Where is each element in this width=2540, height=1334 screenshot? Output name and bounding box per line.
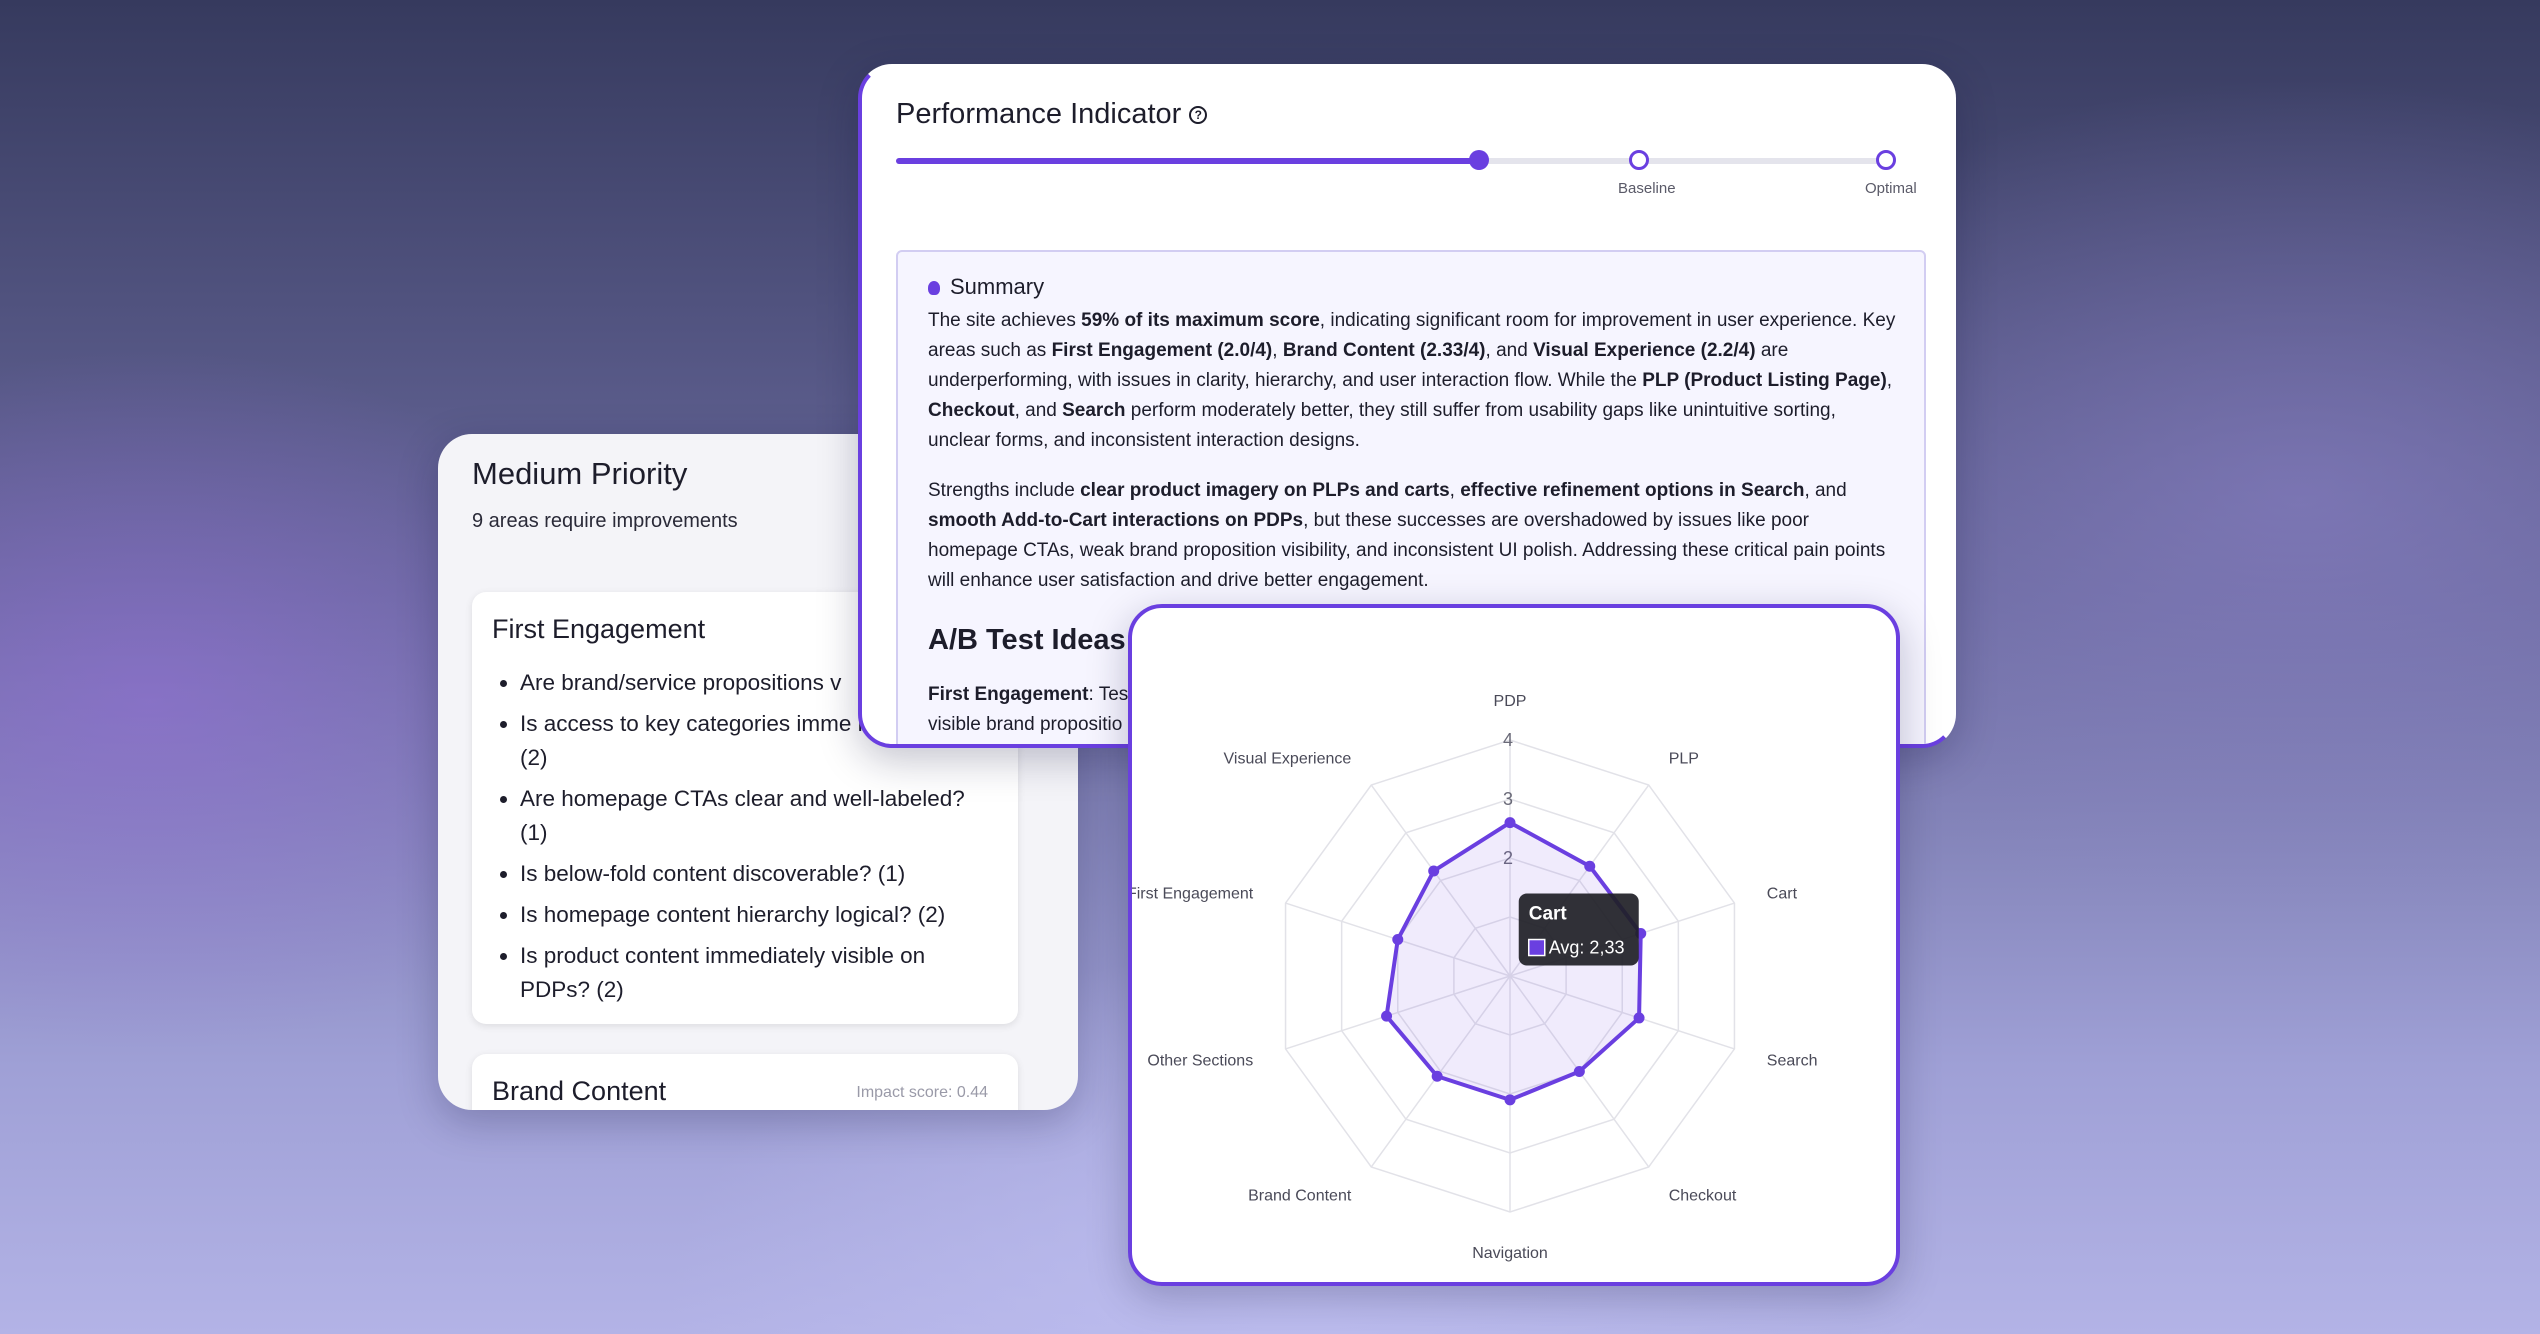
axis-label: Other Sections	[1147, 1052, 1253, 1069]
bold-text: First Engagement (2.0/4)	[1051, 340, 1273, 361]
list-item: Is homepage content hierarchy logical? (…	[494, 898, 994, 932]
data-point	[1573, 1065, 1585, 1077]
radar-chart-card: 234PDPPLPCartSearchCheckoutNavigationBra…	[1128, 604, 1900, 1286]
text-run: ,	[1272, 340, 1283, 361]
performance-title: Performance Indicator?	[896, 98, 1208, 131]
text-run: , and	[1485, 340, 1534, 361]
axis-label: Checkout	[1669, 1187, 1737, 1204]
area-title: Brand Content	[492, 1076, 667, 1106]
bold-text: 59% of its maximum score	[1081, 310, 1320, 331]
progress-track	[896, 158, 1896, 164]
data-point	[1392, 934, 1404, 946]
summary-title: Summary	[950, 274, 1045, 299]
text-run: , and	[1804, 480, 1847, 501]
text-run: , and	[1014, 400, 1063, 421]
optimal-label: Optimal	[1865, 180, 1917, 197]
axis-label: Navigation	[1472, 1245, 1548, 1262]
progress-fill	[896, 158, 1479, 164]
list-item: Are homepage CTAs clear and well-labeled…	[494, 782, 994, 850]
axis-label: Visual Experience	[1224, 751, 1352, 768]
text-run: Strengths include	[928, 480, 1081, 501]
axis-label: PLP	[1669, 751, 1699, 768]
tooltip-label: Avg: 2,33	[1549, 938, 1625, 958]
question-circle-icon[interactable]: ?	[1189, 106, 1208, 124]
bold-text: smooth Add-to-Cart interactions on PDPs	[928, 510, 1304, 531]
bold-text: Search	[1062, 400, 1126, 421]
bold-text: PLP (Product Listing Page)	[1642, 370, 1887, 391]
bold-text: effective refinement options in Search	[1460, 480, 1805, 501]
impact-score: Impact score: 0.44	[856, 1084, 988, 1101]
text-run: ,	[1886, 370, 1893, 391]
data-point	[1504, 1094, 1516, 1106]
axis-label: Search	[1767, 1052, 1818, 1069]
priority-title: Medium Priority	[472, 456, 688, 491]
progress-current-marker	[1469, 150, 1489, 170]
data-point	[1381, 1010, 1393, 1022]
bold-text: First Engagement	[928, 684, 1089, 705]
data-point	[1633, 1012, 1645, 1024]
data-point	[1428, 865, 1440, 877]
performance-title-text: Performance Indicator	[896, 98, 1182, 130]
text-run: ,	[1449, 480, 1461, 501]
summary-paragraph-1: The site achieves 59% of its maximum sco…	[928, 306, 1898, 456]
axis-label: Brand Content	[1248, 1187, 1352, 1204]
ab-test-paragraph: First Engagement: Tes visible brand prop…	[928, 680, 1158, 740]
data-point	[1584, 860, 1596, 872]
list-item: Is product content immediately visible o…	[494, 939, 994, 1007]
tooltip-title: Cart	[1529, 904, 1568, 925]
area-card-brand-content[interactable]: Brand Content Impact score: 0.44	[472, 1054, 1018, 1110]
optimal-marker	[1876, 150, 1896, 170]
text-run: The site achieves	[928, 310, 1082, 331]
area-title: First Engagement	[492, 614, 706, 644]
tooltip-swatch	[1527, 938, 1546, 957]
bold-text: clear product imagery on PLPs and carts	[1080, 480, 1450, 501]
data-point	[1504, 817, 1516, 829]
ab-test-title: A/B Test Ideas	[928, 624, 1126, 656]
axis-label: First Engagement	[1132, 886, 1254, 903]
tick-label: 3	[1503, 789, 1513, 809]
baseline-label: Baseline	[1618, 180, 1676, 197]
baseline-marker	[1629, 150, 1649, 170]
axis-label: PDP	[1494, 693, 1527, 710]
lightbulb-icon	[928, 281, 940, 295]
summary-heading: Summary	[928, 274, 1044, 300]
bold-text: Checkout	[928, 400, 1015, 421]
radar-chart: 234PDPPLPCartSearchCheckoutNavigationBra…	[1132, 693, 1818, 1262]
data-point	[1431, 1070, 1443, 1082]
priority-subtitle: 9 areas require improvements	[472, 510, 738, 532]
tick-label: 4	[1503, 730, 1513, 750]
axis-label: Cart	[1767, 886, 1798, 903]
bold-text: Visual Experience (2.2/4)	[1533, 340, 1756, 361]
bold-text: Brand Content (2.33/4)	[1282, 340, 1486, 361]
list-item: Is below-fold content discoverable? (1)	[494, 857, 994, 891]
summary-paragraph-2: Strengths include clear product imagery …	[928, 476, 1898, 596]
